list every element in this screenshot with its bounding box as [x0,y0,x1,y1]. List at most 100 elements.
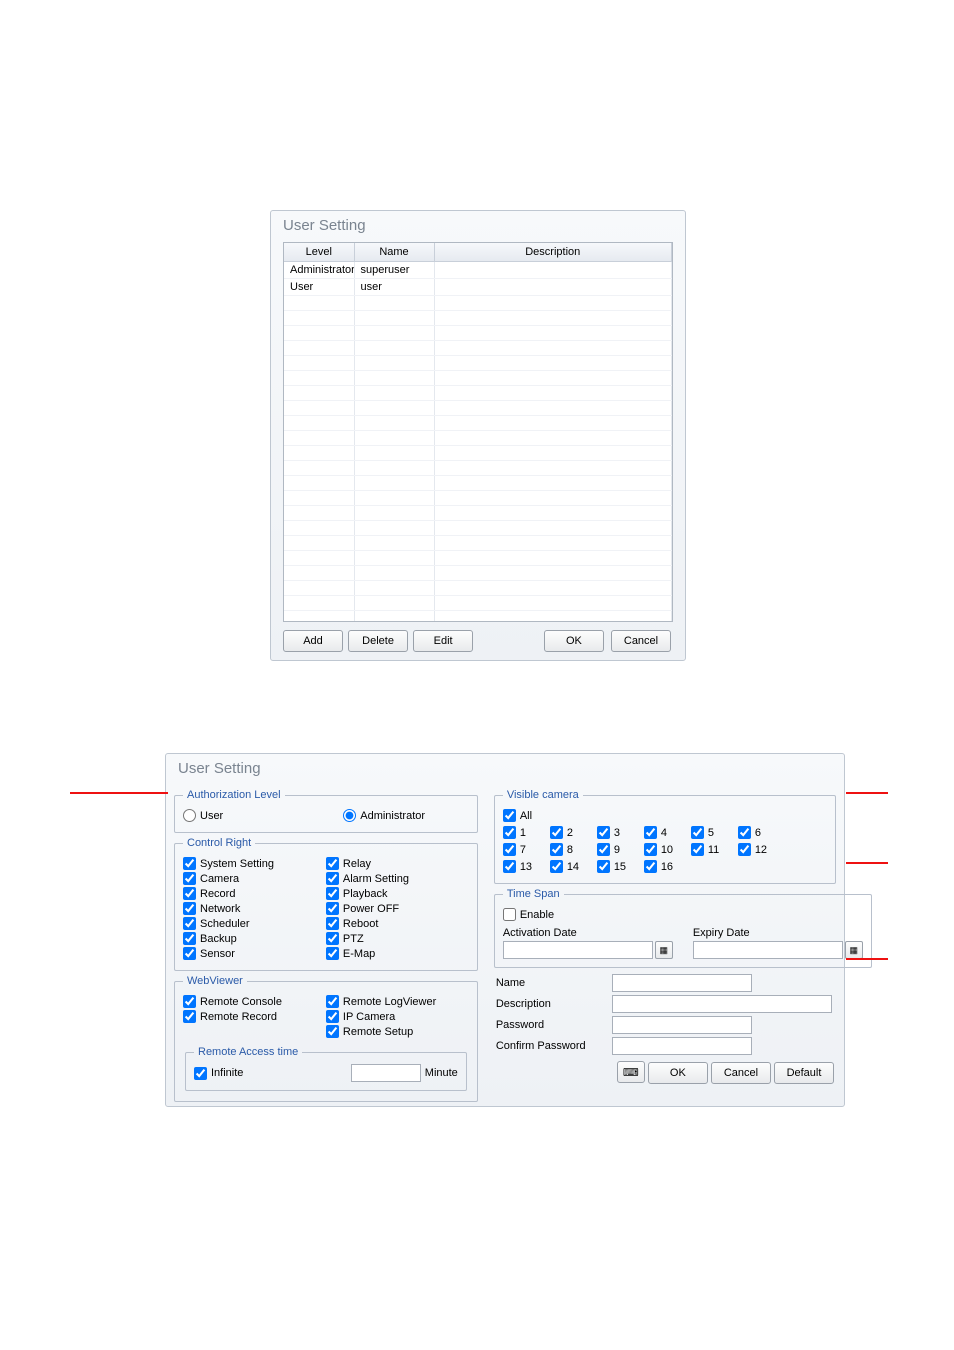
checkbox-infinite[interactable]: Infinite [194,1067,243,1080]
checkbox-all-cameras[interactable]: All [503,809,827,822]
checkbox-camera-7[interactable]: 7 [503,843,550,856]
cell-level [284,446,354,461]
cell-level: User [284,279,354,296]
checkbox-system-setting[interactable]: System Setting [183,857,326,870]
checkbox-remote-logviewer[interactable]: Remote LogViewer [326,995,469,1008]
cell-description [434,551,672,566]
table-row[interactable] [284,566,672,581]
table-row[interactable] [284,401,672,416]
checkbox-camera-14[interactable]: 14 [550,860,597,873]
table-row[interactable] [284,416,672,431]
password-input[interactable] [612,1016,752,1034]
checkbox-power-off[interactable]: Power OFF [326,902,469,915]
table-row[interactable]: Useruser [284,279,672,296]
table-row[interactable] [284,386,672,401]
checkbox-network[interactable]: Network [183,902,326,915]
checkbox-ptz[interactable]: PTZ [326,932,469,945]
table-row[interactable] [284,296,672,311]
ok-button[interactable]: OK [544,630,604,652]
remote-access-minutes-input[interactable] [351,1064,421,1082]
checkbox-playback[interactable]: Playback [326,887,469,900]
cell-description [434,611,672,623]
table-row[interactable] [284,311,672,326]
cell-name [354,356,434,371]
table-row[interactable] [284,611,672,623]
cell-description [434,476,672,491]
checkbox-camera-15[interactable]: 15 [597,860,644,873]
checkbox-ip-camera[interactable]: IP Camera [326,1010,469,1023]
checkbox-remote-setup[interactable]: Remote Setup [326,1025,469,1038]
cell-description [434,431,672,446]
checkbox-enable-timespan[interactable]: Enable [503,908,863,921]
checkbox-alarm-setting[interactable]: Alarm Setting [326,872,469,885]
cancel-button-2[interactable]: Cancel [711,1062,771,1084]
col-level-header[interactable]: Level [284,243,354,262]
checkbox-sensor[interactable]: Sensor [183,947,326,960]
radio-user[interactable]: User [183,809,223,822]
checkbox-camera[interactable]: Camera [183,872,326,885]
checkbox-camera-16[interactable]: 16 [644,860,691,873]
checkbox-reboot[interactable]: Reboot [326,917,469,930]
cell-level [284,566,354,581]
expiry-date-input[interactable] [693,941,843,959]
confirm-password-input[interactable] [612,1037,752,1055]
checkbox-camera-11[interactable]: 11 [691,843,738,856]
checkbox-backup[interactable]: Backup [183,932,326,945]
cell-name [354,311,434,326]
expiry-date-picker-icon[interactable]: ▦ [845,941,863,959]
checkbox-record[interactable]: Record [183,887,326,900]
cancel-button[interactable]: Cancel [611,630,671,652]
cell-level [284,596,354,611]
table-row[interactable] [284,506,672,521]
checkbox-camera-13[interactable]: 13 [503,860,550,873]
table-row[interactable] [284,536,672,551]
checkbox-camera-9[interactable]: 9 [597,843,644,856]
table-row[interactable] [284,521,672,536]
table-row[interactable] [284,446,672,461]
table-row[interactable] [284,356,672,371]
checkbox-camera-10[interactable]: 10 [644,843,691,856]
checkbox-scheduler[interactable]: Scheduler [183,917,326,930]
radio-administrator[interactable]: Administrator [343,809,425,822]
checkbox-camera-5[interactable]: 5 [691,826,738,839]
col-name-header[interactable]: Name [354,243,434,262]
checkbox-e-map[interactable]: E-Map [326,947,469,960]
table-row[interactable] [284,551,672,566]
add-button[interactable]: Add [283,630,343,652]
col-description-header[interactable]: Description [434,243,672,262]
description-input[interactable] [612,995,832,1013]
table-row[interactable] [284,581,672,596]
table-row[interactable] [284,371,672,386]
cell-name [354,416,434,431]
keyboard-icon[interactable]: ⌨ [617,1061,645,1083]
delete-button[interactable]: Delete [348,630,408,652]
checkbox-camera-8[interactable]: 8 [550,843,597,856]
table-row[interactable]: Administratorsuperuser [284,262,672,279]
checkbox-camera-1[interactable]: 1 [503,826,550,839]
cell-name [354,326,434,341]
ok-button-2[interactable]: OK [648,1062,708,1084]
checkbox-camera-4[interactable]: 4 [644,826,691,839]
checkbox-camera-12[interactable]: 12 [738,843,785,856]
checkbox-camera-3[interactable]: 3 [597,826,644,839]
panel-title-2: User Setting [166,754,844,785]
table-row[interactable] [284,431,672,446]
table-row[interactable] [284,461,672,476]
checkbox-camera-2[interactable]: 2 [550,826,597,839]
activation-date-picker-icon[interactable]: ▦ [655,941,673,959]
edit-button[interactable]: Edit [413,630,473,652]
table-row[interactable] [284,476,672,491]
checkbox-camera-6[interactable]: 6 [738,826,785,839]
table-row[interactable] [284,326,672,341]
name-input[interactable] [612,974,752,992]
time-span-group: Time Span Enable Activation Date ▦ Expir [494,888,872,968]
table-row[interactable] [284,491,672,506]
activation-date-input[interactable] [503,941,653,959]
checkbox-remote-console[interactable]: Remote Console [183,995,326,1008]
checkbox-remote-record[interactable]: Remote Record [183,1010,326,1023]
default-button[interactable]: Default [774,1062,834,1084]
checkbox-relay[interactable]: Relay [326,857,469,870]
cell-name [354,506,434,521]
table-row[interactable] [284,596,672,611]
table-row[interactable] [284,341,672,356]
